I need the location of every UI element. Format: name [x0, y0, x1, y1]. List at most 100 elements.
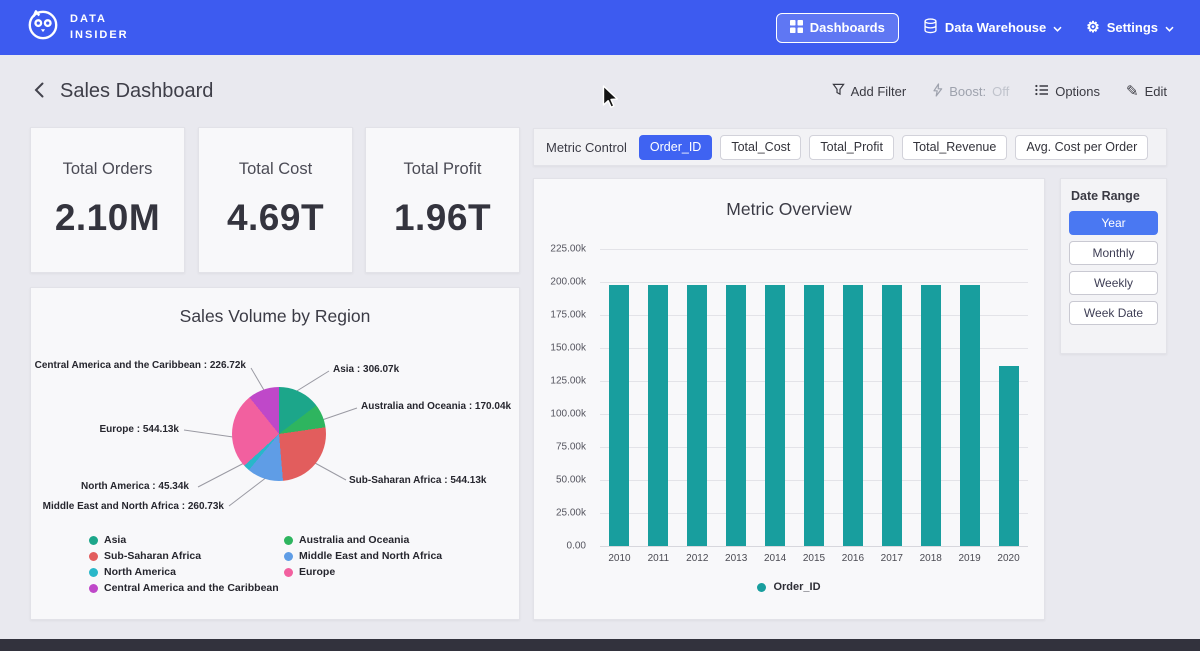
kpi-value: 2.10M [31, 197, 184, 239]
y-tick: 150.00k [550, 343, 586, 354]
bar-cell [989, 249, 1028, 546]
bar-legend-dot [757, 583, 766, 592]
add-filter-label: Add Filter [851, 84, 907, 99]
bar-2010[interactable] [609, 285, 629, 546]
kpi-label: Total Profit [366, 160, 519, 179]
bar-2011[interactable] [648, 285, 668, 546]
legend-label: Sub-Saharan Africa [104, 550, 201, 562]
add-filter-button[interactable]: Add Filter [832, 83, 907, 99]
y-tick: 75.00k [556, 442, 586, 453]
x-tick-2018: 2018 [911, 553, 950, 564]
x-tick-2014: 2014 [756, 553, 795, 564]
legend-label: Central America and the Caribbean [104, 582, 279, 594]
date-range-label: Date Range [1071, 189, 1158, 203]
x-tick-2013: 2013 [717, 553, 756, 564]
footer-strip [0, 639, 1200, 651]
metric-option-order-id[interactable]: Order_ID [639, 135, 712, 160]
edit-button[interactable]: ✎ Edit [1126, 84, 1167, 99]
pie-legend-column-2: Australia and OceaniaMiddle East and Nor… [284, 532, 442, 580]
dashboards-label: Dashboards [810, 20, 885, 35]
boost-label: Boost: [949, 84, 986, 99]
legend-dot [284, 552, 293, 561]
x-tick-2015: 2015 [795, 553, 834, 564]
brand[interactable]: DATA INSIDER [26, 8, 129, 47]
bar-2019[interactable] [960, 285, 980, 546]
y-tick: 50.00k [556, 475, 586, 486]
chevron-left-icon [34, 82, 44, 101]
kpi-card-total-orders: Total Orders 2.10M [30, 127, 185, 273]
metric-option-total-revenue[interactable]: Total_Revenue [902, 135, 1007, 160]
page-title: Sales Dashboard [60, 80, 213, 103]
y-axis-labels: 225.00k200.00k175.00k150.00k125.00k100.0… [534, 249, 594, 546]
x-tick-2017: 2017 [872, 553, 911, 564]
pie-legend-item-sub-saharan-africa[interactable]: Sub-Saharan Africa [89, 548, 279, 564]
app-canvas: DATA INSIDER Dashboards [0, 0, 1200, 651]
kpi-label: Total Cost [199, 160, 352, 179]
metric-option-total-cost[interactable]: Total_Cost [720, 135, 801, 160]
legend-dot [89, 536, 98, 545]
pie-legend-item-australia-and-oceania[interactable]: Australia and Oceania [284, 532, 442, 548]
database-icon [923, 18, 938, 37]
boost-toggle[interactable]: Boost: Off [932, 83, 1009, 100]
legend-dot [284, 536, 293, 545]
bar-legend-label: Order_ID [773, 581, 820, 593]
bar-cell [833, 249, 872, 546]
settings-menu[interactable]: ⚙ Settings [1086, 20, 1174, 35]
kpi-label: Total Orders [31, 160, 184, 179]
dashboards-button[interactable]: Dashboards [776, 13, 899, 43]
bar-2015[interactable] [804, 285, 824, 546]
nav-actions: Dashboards Data Warehouse ⚙ Settings [776, 13, 1174, 43]
data-warehouse-menu[interactable]: Data Warehouse [923, 18, 1062, 37]
metric-option-total-profit[interactable]: Total_Profit [809, 135, 894, 160]
x-tick-2011: 2011 [639, 553, 678, 564]
bar-2014[interactable] [765, 285, 785, 546]
pie-label-middle-east-and-north-africa: Middle East and North Africa : 260.73k [43, 501, 224, 512]
kpi-card-total-profit: Total Profit 1.96T [365, 127, 520, 273]
grid-icon [790, 20, 803, 36]
bar-2017[interactable] [882, 285, 902, 546]
date-range-option-weekly[interactable]: Weekly [1069, 271, 1158, 295]
gridline [600, 546, 1028, 547]
date-range-panel: Date Range Year Monthly Weekly Week Date [1060, 178, 1167, 354]
pie-legend-item-middle-east-and-north-africa[interactable]: Middle East and North Africa [284, 548, 442, 564]
back-button[interactable] [30, 78, 48, 105]
pie-legend-item-asia[interactable]: Asia [89, 532, 279, 548]
legend-dot [89, 568, 98, 577]
list-icon [1035, 84, 1049, 99]
date-range-option-monthly[interactable]: Monthly [1069, 241, 1158, 265]
bar-2012[interactable] [687, 285, 707, 546]
bar-plot [600, 249, 1028, 546]
bar-cell [911, 249, 950, 546]
kpi-value: 4.69T [199, 197, 352, 239]
legend-label: Europe [299, 566, 335, 578]
legend-label: North America [104, 566, 176, 578]
legend-dot [89, 552, 98, 561]
options-label: Options [1055, 84, 1100, 99]
brand-line-1: DATA [70, 12, 129, 27]
gear-icon: ⚙ [1086, 20, 1099, 35]
boost-icon [932, 83, 943, 100]
bar-2020[interactable] [999, 366, 1019, 546]
bar-2018[interactable] [921, 285, 941, 546]
metric-control-label: Metric Control [546, 140, 627, 155]
kpi-card-total-cost: Total Cost 4.69T [198, 127, 353, 273]
kpi-value: 1.96T [366, 197, 519, 239]
options-button[interactable]: Options [1035, 84, 1100, 99]
bar-2016[interactable] [843, 285, 863, 546]
header-actions: Add Filter Boost: Off Options ✎ [832, 83, 1167, 100]
pie-legend-item-north-america[interactable]: North America [89, 564, 279, 580]
metric-option-avg-cost-per-order[interactable]: Avg. Cost per Order [1015, 135, 1148, 160]
legend-label: Asia [104, 534, 126, 546]
date-range-option-year[interactable]: Year [1069, 211, 1158, 235]
bar-legend[interactable]: Order_ID [534, 581, 1044, 593]
pie-label-asia: Asia : 306.07k [333, 364, 399, 375]
y-tick: 25.00k [556, 507, 586, 518]
bar-2013[interactable] [726, 285, 746, 546]
pie-legend-item-central-america-and-the-caribbean[interactable]: Central America and the Caribbean [89, 580, 279, 596]
date-range-option-week-date[interactable]: Week Date [1069, 301, 1158, 325]
date-range-options: Year Monthly Weekly Week Date [1069, 211, 1158, 325]
bar-cell [756, 249, 795, 546]
x-tick-2012: 2012 [678, 553, 717, 564]
pie-legend-item-europe[interactable]: Europe [284, 564, 442, 580]
pie-chart[interactable] [232, 387, 326, 481]
